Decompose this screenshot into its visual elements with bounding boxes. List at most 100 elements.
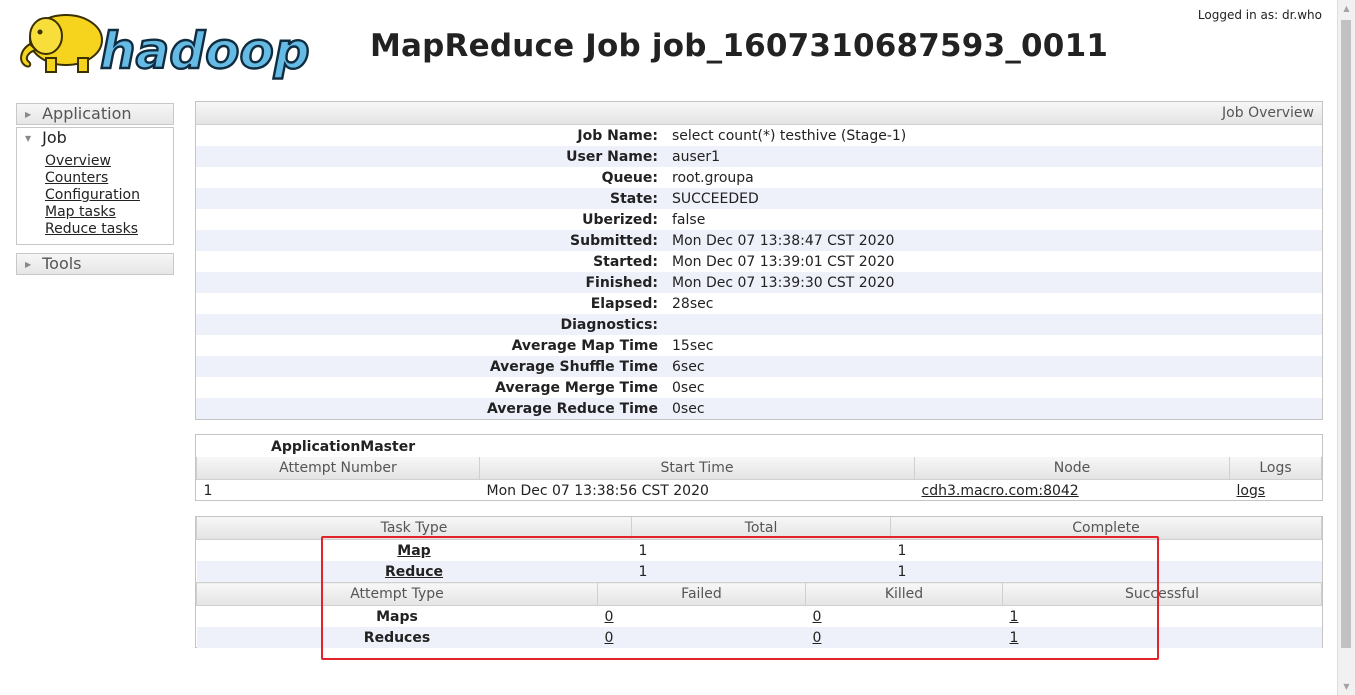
task-summary-table: Task Type Total Complete Map 1 1 Reduce … bbox=[196, 517, 1322, 582]
table-row: Reduces 0 0 1 bbox=[196, 627, 1322, 648]
caret-down-icon: ▼ bbox=[25, 133, 32, 143]
task-reduce-total: 1 bbox=[638, 563, 648, 580]
overview-label: Average Merge Time bbox=[495, 379, 658, 396]
scroll-down-icon[interactable]: ▼ bbox=[1338, 678, 1355, 695]
scroll-thumb[interactable] bbox=[1341, 20, 1351, 648]
page-title: MapReduce Job job_1607310687593_0011 bbox=[370, 28, 1109, 64]
nav-link-reduce-tasks[interactable]: Reduce tasks bbox=[45, 221, 138, 237]
overview-label: State: bbox=[609, 190, 658, 207]
application-master-table: Attempt Number Start Time Node Logs 1 Mo… bbox=[196, 457, 1322, 501]
attempt-type-maps: Maps bbox=[376, 608, 418, 625]
nav-link-configuration[interactable]: Configuration bbox=[45, 187, 140, 203]
overview-label: Uberized: bbox=[582, 211, 658, 228]
nav-link-map-tasks[interactable]: Map tasks bbox=[45, 204, 116, 220]
overview-label: Started: bbox=[593, 253, 658, 270]
nav-link-overview[interactable]: Overview bbox=[45, 153, 111, 169]
nav-link-counters[interactable]: Counters bbox=[45, 170, 108, 186]
col-total[interactable]: Total bbox=[631, 517, 891, 540]
overview-value bbox=[672, 314, 1322, 335]
overview-label: Average Map Time bbox=[511, 337, 658, 354]
overview-row: User Name: auser1 bbox=[196, 146, 1322, 167]
table-row: 1 Mon Dec 07 13:38:56 CST 2020 cdh3.macr… bbox=[197, 480, 1322, 502]
task-map-total: 1 bbox=[638, 542, 648, 559]
overview-label: User Name: bbox=[566, 148, 658, 165]
attempt-type-reduces: Reduces bbox=[363, 629, 431, 646]
overview-value: 0sec bbox=[672, 400, 705, 417]
job-overview-panel: Job Overview Job Name: select count(*) te… bbox=[195, 101, 1323, 420]
elephant-logo-icon: hadoop bbox=[20, 14, 311, 81]
nav-tools[interactable]: ▶ Tools bbox=[16, 253, 174, 275]
overview-label: Submitted: bbox=[570, 232, 658, 249]
col-task-type[interactable]: Task Type bbox=[196, 517, 632, 540]
task-reduce-complete: 1 bbox=[897, 563, 907, 580]
job-links: Overview Counters Configuration Map task… bbox=[17, 148, 173, 244]
overview-value: 28sec bbox=[672, 295, 714, 312]
attempt-summary-table: Attempt Type Failed Killed Successful Ma… bbox=[196, 582, 1322, 648]
tasks-panel: Task Type Total Complete Map 1 1 Reduce … bbox=[195, 516, 1323, 648]
attempt-start-time: Mon Dec 07 13:38:56 CST 2020 bbox=[486, 482, 709, 499]
table-row: Reduce 1 1 bbox=[196, 561, 1322, 582]
overview-label: Diagnostics: bbox=[560, 316, 658, 333]
application-master-title: ApplicationMaster bbox=[271, 439, 416, 455]
overview-label: Job Name: bbox=[577, 127, 658, 144]
maps-failed-link[interactable]: 0 bbox=[605, 609, 614, 625]
reduces-successful-link[interactable]: 1 bbox=[1010, 630, 1019, 646]
task-type-reduce-link[interactable]: Reduce bbox=[385, 564, 443, 580]
maps-successful-link[interactable]: 1 bbox=[1010, 609, 1019, 625]
overview-value: Mon Dec 07 13:38:47 CST 2020 bbox=[672, 232, 895, 249]
overview-value: 6sec bbox=[672, 358, 705, 375]
vertical-scrollbar[interactable]: ▲ ▼ bbox=[1337, 0, 1355, 695]
overview-label: Average Reduce Time bbox=[486, 400, 658, 417]
hadoop-logo[interactable]: hadoop bbox=[16, 6, 316, 82]
logo-wordmark: hadoop bbox=[100, 22, 310, 80]
nav-tools-label: Tools bbox=[42, 254, 82, 273]
col-node[interactable]: Node bbox=[914, 457, 1230, 480]
nav-job-header[interactable]: ▼ Job bbox=[17, 128, 173, 148]
reduces-killed-link[interactable]: 0 bbox=[813, 630, 822, 646]
job-overview-table: Job Name: select count(*) testhive (Stage… bbox=[196, 125, 1322, 419]
overview-label: Elapsed: bbox=[590, 295, 658, 312]
col-start-time[interactable]: Start Time bbox=[479, 457, 915, 480]
nav-application-label: Application bbox=[42, 104, 132, 123]
col-killed[interactable]: Killed bbox=[805, 582, 1003, 606]
scroll-up-icon[interactable]: ▲ bbox=[1338, 0, 1355, 17]
overview-row: State: SUCCEEDED bbox=[196, 188, 1322, 209]
nav-application[interactable]: ▶ Application bbox=[16, 103, 174, 125]
col-attempt-number[interactable]: Attempt Number bbox=[196, 457, 480, 480]
overview-value: Mon Dec 07 13:39:30 CST 2020 bbox=[672, 274, 895, 291]
overview-label: Queue: bbox=[601, 169, 658, 186]
overview-value: false bbox=[672, 211, 706, 228]
col-failed[interactable]: Failed bbox=[597, 582, 806, 606]
overview-row: Average Merge Time 0sec bbox=[196, 377, 1322, 398]
reduces-failed-link[interactable]: 0 bbox=[605, 630, 614, 646]
maps-killed-link[interactable]: 0 bbox=[813, 609, 822, 625]
application-master-panel: ApplicationMaster Attempt Number Start T… bbox=[195, 434, 1323, 501]
overview-value: 0sec bbox=[672, 379, 705, 396]
caret-right-icon: ▶ bbox=[25, 109, 32, 119]
logs-link[interactable]: logs bbox=[1237, 483, 1266, 499]
table-row: Maps 0 0 1 bbox=[197, 606, 1322, 628]
col-attempt-type[interactable]: Attempt Type bbox=[196, 582, 598, 606]
job-overview-title: Job Overview bbox=[196, 102, 1322, 125]
overview-row: Elapsed: 28sec bbox=[196, 293, 1322, 314]
col-complete[interactable]: Complete bbox=[890, 517, 1322, 540]
overview-value: select count(*) testhive (Stage-1) bbox=[672, 127, 907, 144]
nav-application-header[interactable]: ▶ Application bbox=[17, 104, 173, 124]
nav-job-label: Job bbox=[42, 128, 67, 147]
overview-row: Job Name: select count(*) testhive (Stage… bbox=[196, 125, 1322, 146]
overview-row: Submitted: Mon Dec 07 13:38:47 CST 2020 bbox=[196, 230, 1322, 251]
nav-job[interactable]: ▼ Job Overview Counters Configuration Ma… bbox=[16, 127, 174, 245]
overview-value: Mon Dec 07 13:39:01 CST 2020 bbox=[672, 253, 895, 270]
overview-value: SUCCEEDED bbox=[672, 190, 759, 207]
overview-row: Average Shuffle Time 6sec bbox=[196, 356, 1322, 377]
overview-row: Queue: root.groupa bbox=[196, 167, 1322, 188]
caret-right-icon: ▶ bbox=[25, 259, 32, 269]
overview-value: auser1 bbox=[672, 148, 721, 165]
node-link[interactable]: cdh3.macro.com:8042 bbox=[922, 483, 1079, 499]
col-successful[interactable]: Successful bbox=[1002, 582, 1322, 606]
col-logs[interactable]: Logs bbox=[1229, 457, 1322, 480]
task-type-map-link[interactable]: Map bbox=[397, 543, 430, 559]
overview-value: root.groupa bbox=[672, 169, 754, 186]
overview-row: Average Map Time 15sec bbox=[196, 335, 1322, 356]
nav-tools-header[interactable]: ▶ Tools bbox=[17, 254, 173, 274]
